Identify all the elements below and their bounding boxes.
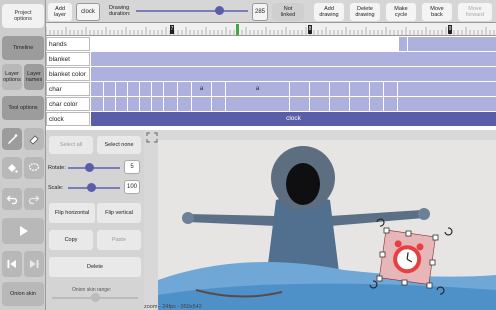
scale-value-field[interactable]: 100 — [124, 180, 140, 194]
clock-drawing-cell[interactable]: clock — [91, 112, 496, 126]
alarm-clock — [378, 229, 436, 285]
char-cell-a2[interactable]: a — [225, 82, 289, 96]
delete-button[interactable]: Delete — [49, 257, 141, 277]
character-face — [286, 163, 320, 205]
flip-vertical-button[interactable]: Flip vertical — [97, 203, 141, 223]
previous-frame-icon[interactable] — [2, 251, 22, 277]
select-none-button[interactable]: Select none — [97, 136, 141, 154]
fullscreen-icon — [146, 132, 158, 143]
drawing-canvas[interactable]: zoom - 24fps - 950x542 — [144, 130, 496, 310]
drawing-duration-label: Drawing duration: — [109, 5, 131, 18]
layer-name-blanket[interactable]: blanket — [46, 52, 90, 66]
char-cell-a1[interactable]: a — [191, 82, 211, 96]
layer-row-blanket-color[interactable]: blanket color — [46, 67, 496, 82]
layer-name-blanket-color[interactable]: blanket color — [46, 67, 90, 81]
canvas-status-text: zoom - 24fps - 950x542 — [144, 304, 202, 310]
duration-slider-track[interactable] — [136, 10, 248, 12]
scale-label: Scale: — [48, 185, 64, 191]
canvas-artwork: zoom - 24fps - 950x542 — [144, 132, 496, 310]
make-cycle-button[interactable]: Make cycle — [386, 3, 416, 21]
undo-icon[interactable] — [2, 188, 22, 210]
onion-skin-range-label: Onion skin range: — [72, 287, 112, 293]
layer-row-hands[interactable]: hands — [46, 37, 496, 52]
layer-row-clock[interactable]: clock clock — [46, 112, 496, 127]
paste-button[interactable]: Paste — [97, 230, 141, 250]
onion-skin-range-handle[interactable] — [91, 293, 100, 302]
layer-options-button[interactable]: Layer options — [2, 64, 22, 90]
tool-options-panel: Select all Select none Rotate: 5 Scale: … — [46, 130, 144, 310]
rotate-slider[interactable] — [68, 167, 120, 169]
rotate-value-field[interactable]: 5 — [124, 160, 140, 174]
ruler-marker-7: 7 — [170, 25, 174, 34]
rotate-slider-handle[interactable] — [84, 163, 94, 172]
project-options-button[interactable]: Project options — [2, 4, 44, 28]
copy-button[interactable]: Copy — [49, 230, 93, 250]
layer-row-char-color[interactable]: char color — [46, 97, 496, 112]
layer-row-blanket[interactable]: blanket — [46, 52, 496, 67]
layer-name-hands[interactable]: hands — [46, 37, 90, 51]
scale-slider-handle[interactable] — [87, 183, 97, 192]
move-forward-button[interactable]: Move forward — [458, 3, 492, 21]
fill-bucket-icon[interactable] — [2, 157, 22, 179]
layer-name-char[interactable]: char — [46, 82, 90, 96]
redo-icon[interactable] — [24, 188, 44, 210]
eraser-tool-icon[interactable] — [24, 128, 44, 150]
play-icon[interactable] — [2, 218, 44, 244]
onion-skin-button[interactable]: Onion skin — [2, 282, 44, 306]
duration-value-field[interactable]: 285 — [252, 3, 268, 21]
flip-horizontal-button[interactable]: Flip horizontal — [49, 203, 95, 223]
duration-slider-handle[interactable] — [215, 6, 224, 15]
move-back-button[interactable]: Move back — [422, 3, 452, 21]
timeline-button[interactable]: Timeline — [2, 36, 44, 60]
playhead[interactable] — [236, 24, 239, 35]
next-frame-icon[interactable] — [24, 251, 44, 277]
tool-options-button[interactable]: Tool options — [2, 96, 44, 120]
ruler-marker-9: 9 — [448, 25, 452, 34]
lasso-tool-icon[interactable] — [24, 157, 44, 179]
timeline-ruler[interactable]: 7 8 9 — [46, 22, 496, 36]
layer-row-char[interactable]: char a a — [46, 82, 496, 97]
ruler-marker-8: 8 — [308, 25, 312, 34]
layer-name-char-color[interactable]: char color — [46, 97, 90, 111]
layer-names-button[interactable]: Layer names — [24, 64, 44, 90]
layer-name-clock[interactable]: clock — [46, 112, 90, 126]
left-sidebar: Project options Timeline Layer options L… — [0, 0, 46, 310]
rotate-label: Rotate: — [48, 165, 66, 171]
add-layer-button[interactable]: Add layer — [48, 3, 72, 21]
not-linked-button[interactable]: Not linked — [272, 3, 304, 21]
select-all-button[interactable]: Select all — [49, 136, 93, 154]
add-drawing-button[interactable]: Add drawing — [314, 3, 344, 21]
delete-drawing-button[interactable]: Delete drawing — [350, 3, 380, 21]
timeline-layers: hands blanket blanket color char a a cha — [46, 36, 496, 130]
layer-name-field[interactable]: clock — [76, 3, 100, 21]
brush-tool-icon[interactable] — [2, 128, 22, 150]
